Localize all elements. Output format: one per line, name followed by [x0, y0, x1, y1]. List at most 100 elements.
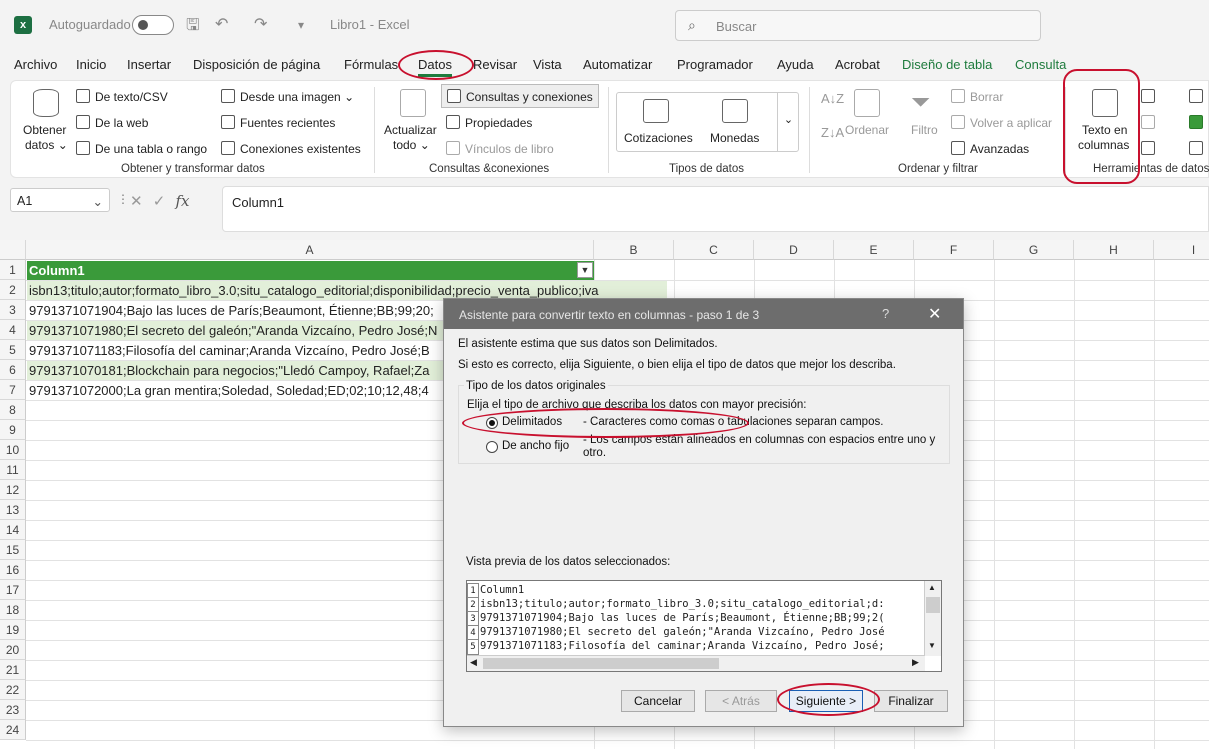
tab-automatizar[interactable]: Automatizar: [583, 57, 652, 72]
column-header-e[interactable]: E: [834, 240, 914, 260]
fixed-width-radio[interactable]: [486, 441, 498, 453]
currencies-button[interactable]: Monedas: [710, 131, 759, 145]
advanced-button[interactable]: Avanzadas: [951, 141, 1029, 156]
finish-button[interactable]: Finalizar: [874, 690, 948, 712]
tab-diseno-tabla[interactable]: Diseño de tabla: [902, 57, 992, 72]
select-all-corner[interactable]: [0, 240, 26, 260]
undo-icon[interactable]: ↶: [215, 14, 228, 34]
scroll-thumb[interactable]: [926, 597, 940, 613]
preview-vertical-scrollbar[interactable]: ▲ ▼: [924, 581, 941, 656]
more-options-icon[interactable]: ⋮: [117, 192, 129, 206]
confirm-icon[interactable]: ✓: [153, 193, 166, 210]
book-links-button[interactable]: Vínculos de libro: [446, 141, 554, 156]
row-header[interactable]: 7: [0, 380, 26, 400]
data-preview[interactable]: 1 Column1 2 isbn13;titulo;autor;formato_li…: [466, 580, 942, 672]
column-header-i[interactable]: I: [1154, 240, 1209, 260]
column-header-g[interactable]: G: [994, 240, 1074, 260]
get-data-label2[interactable]: datos ⌄: [25, 138, 68, 152]
filter-dropdown-icon[interactable]: ▼: [577, 262, 593, 278]
row-header[interactable]: 17: [0, 580, 26, 600]
from-table-button[interactable]: De una tabla o rango: [76, 141, 207, 156]
row-header[interactable]: 15: [0, 540, 26, 560]
row-header[interactable]: 3: [0, 300, 26, 320]
refresh-label1[interactable]: Actualizar: [384, 123, 437, 137]
remove-duplicates-icon[interactable]: [1141, 115, 1155, 129]
formula-input[interactable]: Column1: [222, 186, 1209, 232]
refresh-label2[interactable]: todo ⌄: [393, 138, 430, 152]
save-icon[interactable]: 🖫: [186, 14, 200, 41]
scroll-down-icon[interactable]: ▼: [928, 641, 936, 650]
row-header[interactable]: 13: [0, 500, 26, 520]
consolidate-icon[interactable]: [1189, 89, 1203, 103]
tab-consulta[interactable]: Consulta: [1015, 57, 1066, 72]
clear-button[interactable]: Borrar: [951, 89, 1003, 104]
tab-disposicion[interactable]: Disposición de página: [193, 57, 320, 72]
from-web-button[interactable]: De la web: [76, 115, 148, 130]
sort-button[interactable]: Ordenar: [845, 123, 889, 137]
flash-fill-icon[interactable]: [1141, 89, 1155, 103]
relationships-icon[interactable]: [1189, 115, 1203, 129]
filter-button[interactable]: Filtro: [911, 123, 938, 137]
row-header[interactable]: 14: [0, 520, 26, 540]
row-header[interactable]: 4: [0, 320, 26, 340]
row-header[interactable]: 12: [0, 480, 26, 500]
cancel-button[interactable]: Cancelar: [621, 690, 695, 712]
table-row[interactable]: 9791371071183;Filosofía del caminar;Aran…: [27, 341, 430, 360]
row-header[interactable]: 9: [0, 420, 26, 440]
sort-za-icon[interactable]: Z↓A: [821, 125, 844, 140]
properties-button[interactable]: Propiedades: [446, 115, 532, 130]
get-data-label1[interactable]: Obtener: [23, 123, 66, 137]
row-header[interactable]: 24: [0, 720, 26, 740]
fixed-width-label[interactable]: De ancho fijo: [502, 440, 569, 452]
row-header[interactable]: 23: [0, 700, 26, 720]
row-header[interactable]: 10: [0, 440, 26, 460]
column-header-d[interactable]: D: [754, 240, 834, 260]
tab-ayuda[interactable]: Ayuda: [777, 57, 814, 72]
row-header[interactable]: 8: [0, 400, 26, 420]
data-validation-icon[interactable]: [1141, 141, 1155, 155]
name-box[interactable]: A1 ⌄: [10, 188, 110, 212]
tab-insertar[interactable]: Insertar: [127, 57, 171, 72]
customize-toolbar-icon[interactable]: ▾: [298, 18, 304, 32]
table-row[interactable]: 9791371071904;Bajo las luces de París;Be…: [27, 301, 434, 320]
column-header-f[interactable]: F: [914, 240, 994, 260]
redo-icon[interactable]: ↷: [254, 14, 267, 34]
tab-formulas[interactable]: Fórmulas: [344, 57, 398, 72]
back-button[interactable]: < Atrás: [705, 690, 777, 712]
row-header[interactable]: 1: [0, 260, 26, 280]
row-header[interactable]: 2: [0, 280, 26, 300]
tab-programador[interactable]: Programador: [677, 57, 753, 72]
sort-az-icon[interactable]: A↓Z: [821, 91, 844, 106]
queries-connections-button[interactable]: Consultas y conexiones: [441, 84, 599, 108]
row-header[interactable]: 22: [0, 680, 26, 700]
tab-archivo[interactable]: Archivo: [14, 57, 57, 72]
data-model-icon[interactable]: [1189, 141, 1203, 155]
tab-acrobat[interactable]: Acrobat: [835, 57, 880, 72]
tab-inicio[interactable]: Inicio: [76, 57, 106, 72]
from-image-button[interactable]: Desde una imagen ⌄: [221, 89, 354, 104]
scroll-up-icon[interactable]: ▲: [928, 583, 936, 592]
preview-horizontal-scrollbar[interactable]: ◀ ▶: [467, 655, 925, 671]
row-header[interactable]: 6: [0, 360, 26, 380]
existing-connections-button[interactable]: Conexiones existentes: [221, 141, 361, 156]
tab-vista[interactable]: Vista: [533, 57, 562, 72]
row-header[interactable]: 21: [0, 660, 26, 680]
table-header-cell[interactable]: Column1: [27, 261, 594, 280]
scroll-thumb[interactable]: [483, 658, 719, 669]
stocks-button[interactable]: Cotizaciones: [624, 131, 693, 145]
insert-function-icon[interactable]: fx: [176, 192, 190, 210]
column-header-b[interactable]: B: [594, 240, 674, 260]
row-header[interactable]: 18: [0, 600, 26, 620]
scroll-left-icon[interactable]: ◀: [470, 657, 477, 668]
help-icon[interactable]: ?: [882, 306, 889, 321]
row-header[interactable]: 19: [0, 620, 26, 640]
reapply-button[interactable]: Volver a aplicar: [951, 115, 1052, 130]
row-header[interactable]: 5: [0, 340, 26, 360]
tab-revisar[interactable]: Revisar: [473, 57, 517, 72]
autosave-toggle[interactable]: [132, 15, 174, 35]
column-header-h[interactable]: H: [1074, 240, 1154, 260]
close-icon[interactable]: ✕: [928, 304, 941, 324]
gallery-more-button[interactable]: ⌄: [777, 92, 799, 152]
row-header[interactable]: 16: [0, 560, 26, 580]
search-box[interactable]: ⌕ Buscar: [675, 10, 1041, 41]
